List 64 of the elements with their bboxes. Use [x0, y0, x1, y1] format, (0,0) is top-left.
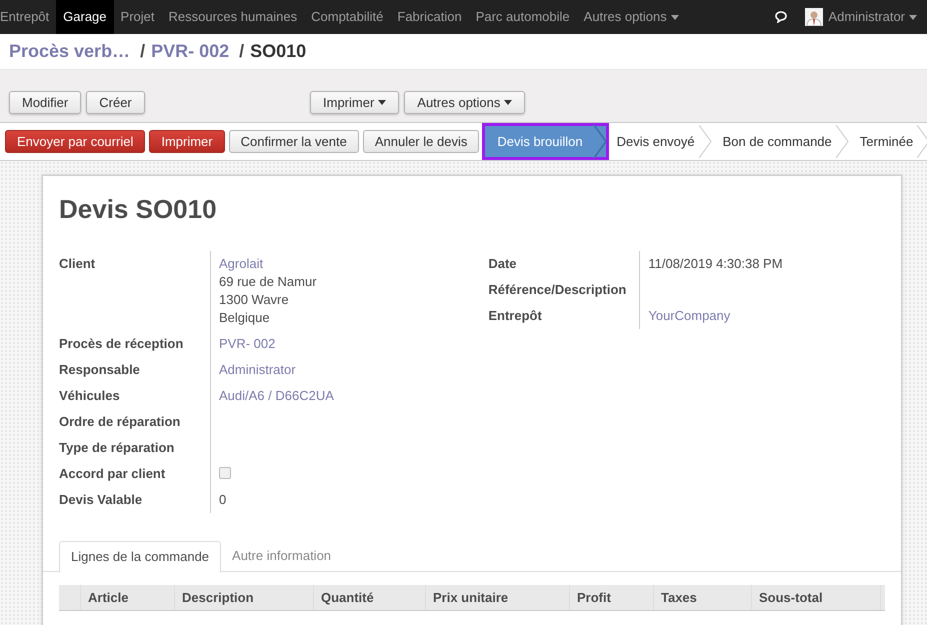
- chevron-icon: [592, 125, 607, 158]
- user-menu[interactable]: Administrator: [805, 7, 917, 27]
- breadcrumb-current: SO010: [250, 40, 306, 63]
- column-header[interactable]: Profit: [570, 585, 654, 610]
- field-label: Date: [488, 255, 518, 273]
- chat-icon[interactable]: [775, 11, 790, 23]
- field-link[interactable]: YourCompany: [648, 307, 730, 325]
- column-header[interactable]: Sous-total: [752, 585, 881, 610]
- more-options-dropdown[interactable]: Autres options: [404, 91, 526, 114]
- field-label: Responsable: [59, 361, 141, 379]
- column-header[interactable]: Taxes: [654, 585, 752, 610]
- field-link[interactable]: Agrolait: [219, 255, 264, 273]
- column-header[interactable]: Article: [81, 585, 175, 610]
- caret-icon: [378, 100, 386, 105]
- edit-button[interactable]: Modifier: [9, 91, 82, 114]
- action-button[interactable]: Annuler le devis: [362, 130, 480, 153]
- field-label: Client: [59, 255, 96, 273]
- field-label: Procès de réception: [59, 335, 184, 353]
- status-stage[interactable]: Devis brouillon: [484, 125, 607, 158]
- action-button[interactable]: Envoyer par courriel: [5, 130, 146, 153]
- form-title: Devis SO010: [58, 193, 218, 226]
- breadcrumb-separator: /: [239, 40, 244, 63]
- field-link[interactable]: Audi/A6 / D66C2UA: [219, 387, 334, 405]
- menu-item[interactable]: Garage: [56, 0, 114, 34]
- breadcrumb-link[interactable]: Procès verb…: [9, 38, 130, 65]
- tab[interactable]: Autre information: [221, 541, 342, 571]
- caret-icon: [504, 100, 512, 105]
- status-stage[interactable]: Terminée: [850, 125, 927, 158]
- menu-item[interactable]: Fabrication: [390, 0, 469, 34]
- action-button[interactable]: Imprimer: [149, 130, 225, 153]
- field-value: 0: [219, 491, 226, 509]
- field-value: 1300 Wavre: [219, 291, 289, 309]
- field-link[interactable]: PVR- 002: [219, 335, 276, 353]
- column-header[interactable]: Quantité: [314, 585, 426, 610]
- print-dropdown[interactable]: Imprimer: [310, 91, 400, 114]
- field-link[interactable]: Administrator: [219, 361, 296, 379]
- create-button[interactable]: Créer: [86, 91, 145, 114]
- breadcrumb-separator: /: [140, 40, 146, 63]
- column-header[interactable]: Description: [175, 585, 314, 610]
- menu-item[interactable]: Autres options: [576, 0, 686, 34]
- menu-item[interactable]: Entrepôt: [0, 0, 56, 34]
- field-value: Belgique: [219, 309, 270, 327]
- field-value: 69 rue de Namur: [219, 273, 317, 291]
- status-stage[interactable]: Devis envoyé: [606, 125, 713, 158]
- caret-icon: [909, 14, 917, 20]
- tab[interactable]: Lignes de la commande: [59, 541, 222, 573]
- menu-item[interactable]: Comptabilité: [304, 0, 390, 34]
- field-label: Référence/Description: [488, 281, 628, 299]
- menu-item[interactable]: Ressources humaines: [162, 0, 304, 34]
- field-value: 11/08/2019 4:30:38 PM: [648, 255, 783, 273]
- avatar-icon: [805, 8, 824, 26]
- field-label: Entrepôt: [488, 307, 543, 325]
- field-label: Accord par client: [59, 465, 166, 483]
- field-label: Type de réparation: [59, 439, 176, 457]
- column-header[interactable]: Prix unitaire: [426, 585, 570, 610]
- checkbox[interactable]: [219, 467, 231, 479]
- field-label: Ordre de réparation: [59, 413, 182, 431]
- field-label: Véhicules: [59, 387, 121, 405]
- status-stage[interactable]: Bon de commande: [712, 125, 850, 158]
- menu-item[interactable]: Projet: [114, 0, 162, 34]
- breadcrumb-link[interactable]: PVR- 002: [151, 38, 230, 65]
- menu-item[interactable]: Parc automobile: [468, 0, 577, 34]
- field-label: Devis Valable: [59, 491, 144, 509]
- action-button[interactable]: Confirmer la vente: [228, 130, 359, 153]
